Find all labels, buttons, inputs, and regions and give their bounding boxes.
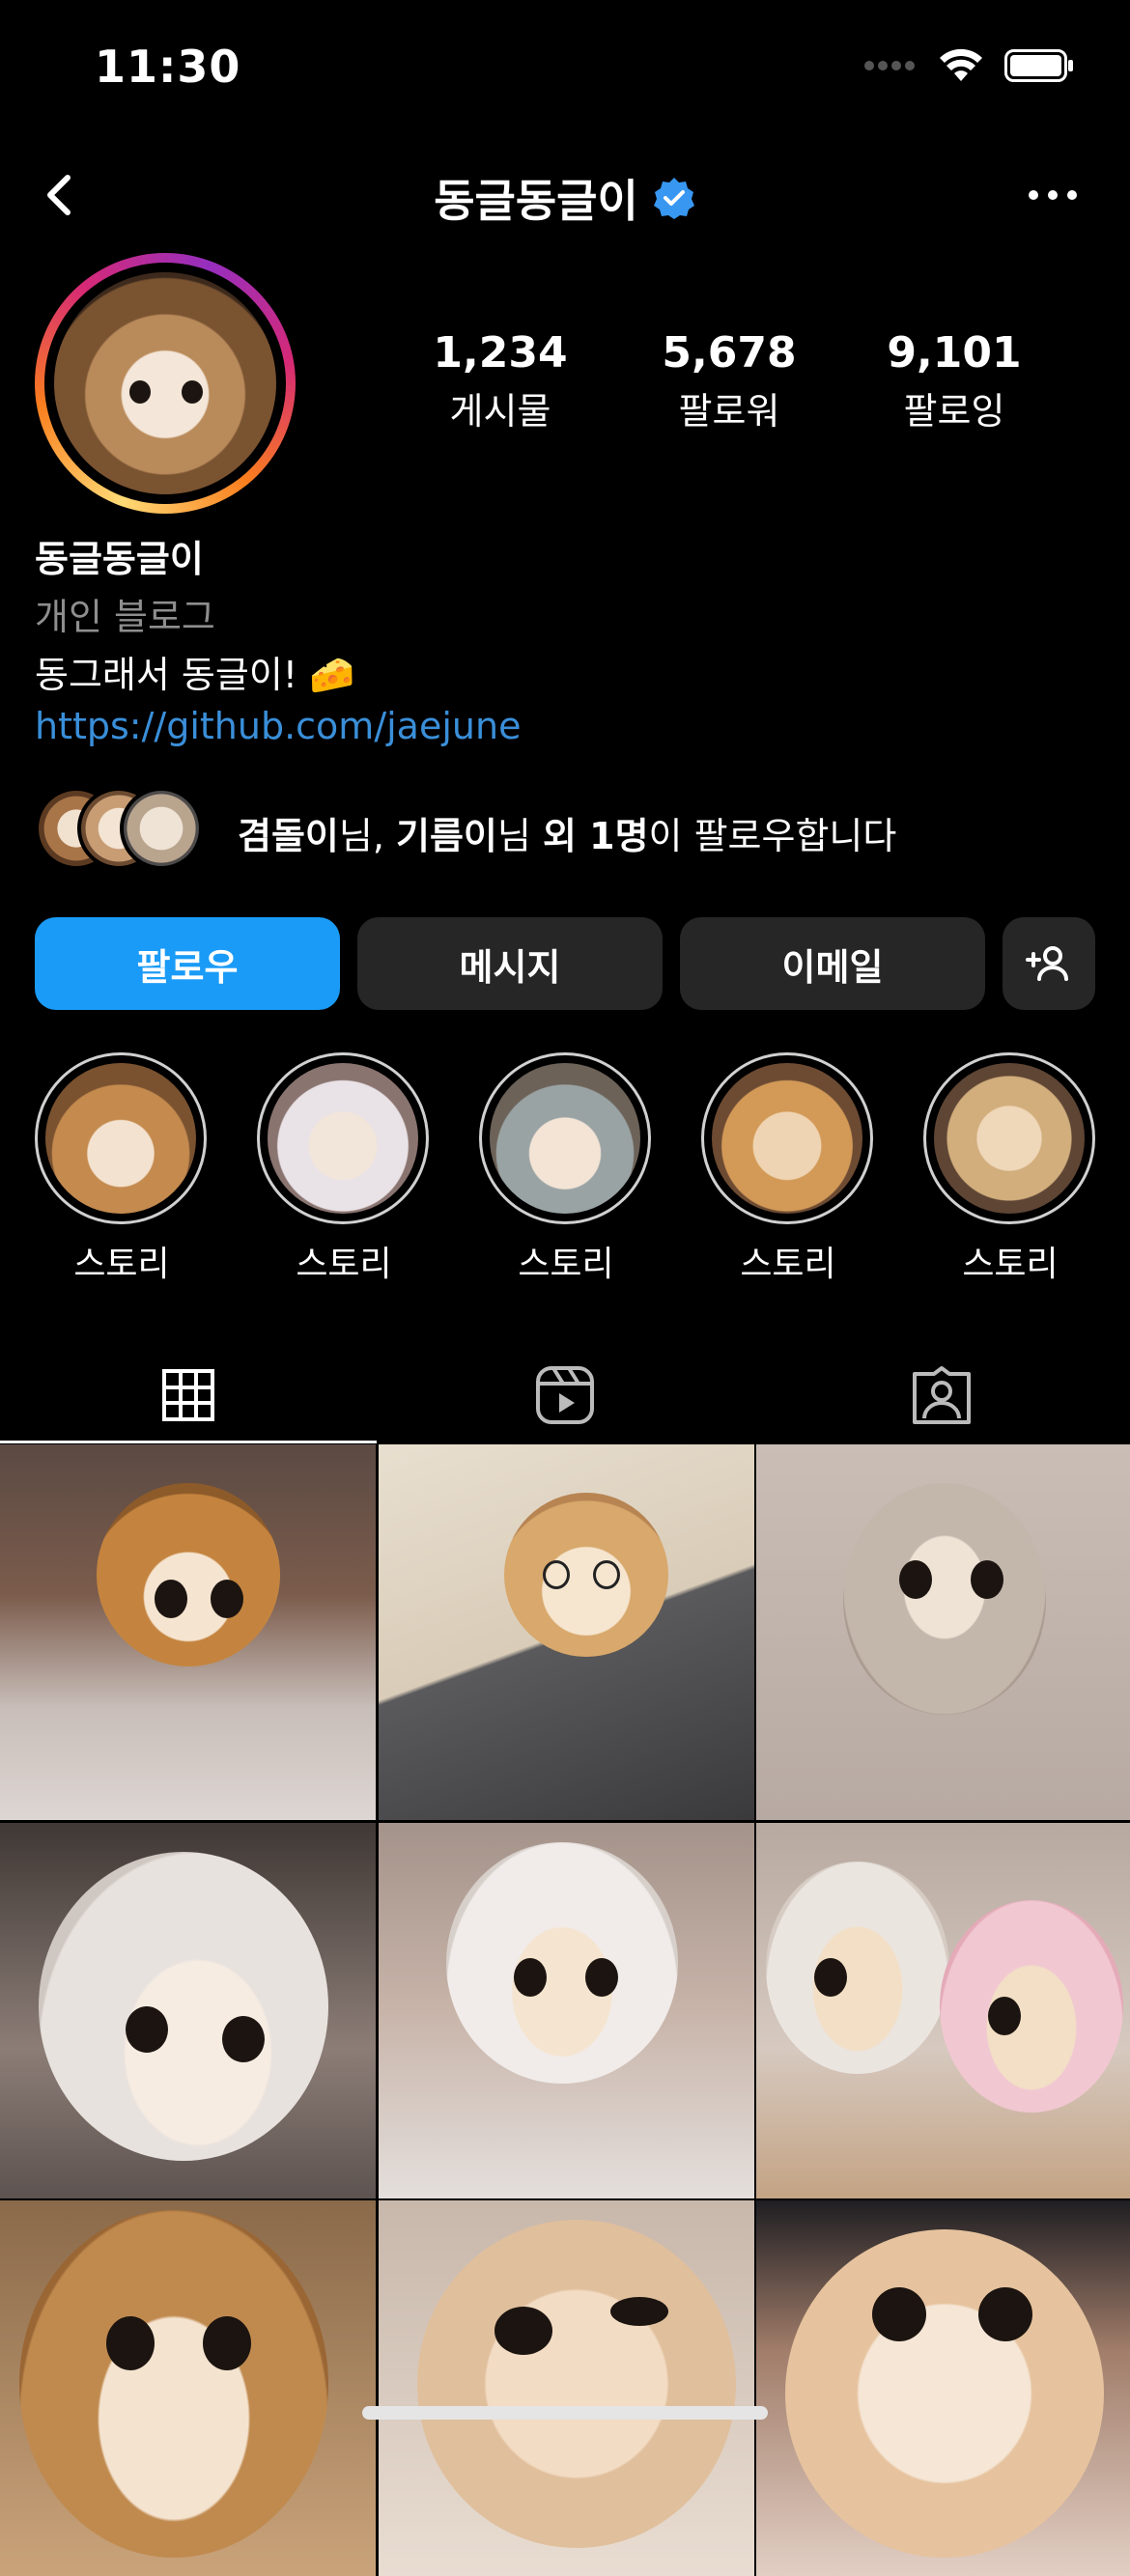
story-highlight[interactable]: 스토리 <box>35 1052 209 1286</box>
stat-value: 9,101 <box>887 328 1022 378</box>
follower-name: 기름이 <box>396 815 497 857</box>
more-options-button[interactable] <box>1024 176 1082 214</box>
stat-label: 팔로잉 <box>903 390 1005 433</box>
email-button[interactable]: 이메일 <box>680 917 985 1010</box>
highlight-label: 스토리 <box>740 1245 836 1284</box>
wifi-icon <box>940 48 982 81</box>
tab-posts-grid[interactable] <box>0 1347 377 1443</box>
more-horizontal-icon <box>1029 190 1077 200</box>
follower-name: 겸돌이 <box>238 815 339 857</box>
post-thumbnail[interactable] <box>0 1822 376 2198</box>
stat-label: 팔로워 <box>678 390 780 433</box>
story-highlight[interactable]: 스토리 <box>701 1052 875 1286</box>
grid-icon <box>162 1369 214 1421</box>
story-highlight[interactable]: 스토리 <box>479 1052 653 1286</box>
page-title: 동글동글이 <box>434 175 638 227</box>
avatar-photo <box>54 272 276 494</box>
post-thumbnail[interactable] <box>378 2200 754 2576</box>
avatar <box>120 787 203 870</box>
message-button[interactable]: 메시지 <box>357 917 663 1010</box>
highlight-image <box>268 1063 418 1214</box>
highlight-image <box>934 1063 1085 1214</box>
post-thumbnail[interactable] <box>378 1822 754 2198</box>
tab-tagged[interactable] <box>753 1347 1130 1443</box>
followed-by-avatars[interactable] <box>35 787 209 874</box>
tab-reels[interactable] <box>377 1347 753 1443</box>
battery-icon <box>1004 49 1073 82</box>
suggest-users-button[interactable] <box>1003 917 1095 1010</box>
post-thumbnail[interactable] <box>756 2200 1130 2576</box>
stat-label: 게시물 <box>449 390 551 433</box>
highlight-image <box>712 1063 862 1214</box>
story-highlight[interactable]: 스토리 <box>923 1052 1097 1286</box>
status-time: 11:30 <box>95 41 241 93</box>
bio-name: 동글동글이 <box>35 538 204 580</box>
bio-category: 개인 블로그 <box>35 596 215 638</box>
reels-icon <box>536 1366 594 1424</box>
home-indicator <box>362 2406 768 2420</box>
post-thumbnail[interactable] <box>756 1444 1130 1820</box>
stat-posts[interactable]: 1,234 게시물 <box>404 328 597 434</box>
stat-value: 5,678 <box>662 328 797 378</box>
highlight-image <box>45 1063 196 1214</box>
tagged-icon <box>913 1366 971 1424</box>
highlight-label: 스토리 <box>73 1245 170 1284</box>
stat-following[interactable]: 9,101 팔로잉 <box>858 328 1051 434</box>
highlight-label: 스토리 <box>962 1245 1059 1284</box>
add-person-icon <box>1026 946 1068 981</box>
bio-text: 동그래서 동글이! 🧀 <box>35 654 355 696</box>
signal-icon <box>864 61 915 70</box>
post-thumbnail[interactable] <box>378 1444 754 1820</box>
tab-indicator <box>0 1441 377 1443</box>
profile-avatar[interactable] <box>35 253 296 514</box>
status-icons <box>863 48 1074 83</box>
post-thumbnail[interactable] <box>756 1822 1130 2198</box>
bio-link[interactable]: https://github.com/jaejune <box>35 705 521 747</box>
followed-by-text[interactable]: 겸돌이님, 기름이님 외 1명이 팔로우합니다 <box>238 806 896 859</box>
highlight-image <box>490 1063 640 1214</box>
highlight-label: 스토리 <box>518 1245 614 1284</box>
post-thumbnail[interactable] <box>0 2200 376 2576</box>
follow-button[interactable]: 팔로우 <box>35 917 340 1010</box>
verified-badge-icon <box>653 178 694 219</box>
story-highlight[interactable]: 스토리 <box>257 1052 431 1286</box>
post-thumbnail[interactable] <box>0 1444 376 1820</box>
stat-followers[interactable]: 5,678 팔로워 <box>633 328 826 434</box>
follower-others: 외 1명 <box>542 815 649 857</box>
stat-value: 1,234 <box>433 328 568 378</box>
highlight-label: 스토리 <box>296 1245 392 1284</box>
